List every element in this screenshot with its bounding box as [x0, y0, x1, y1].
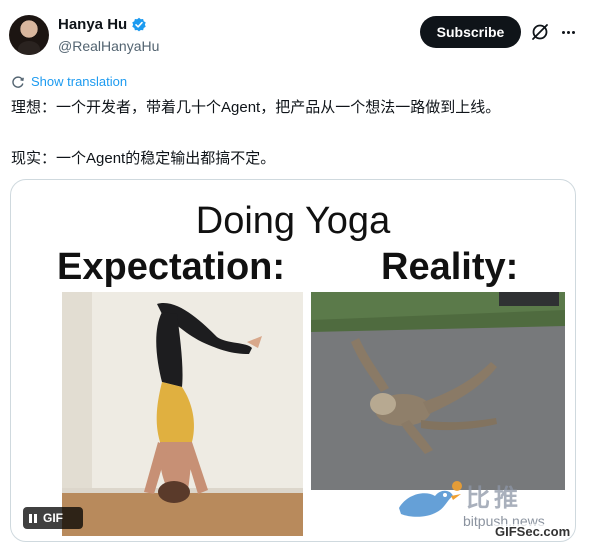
verified-badge-icon: [132, 17, 146, 31]
show-translation-link[interactable]: Show translation: [11, 74, 127, 89]
watermark-gifsec: GIFSec.com: [493, 524, 573, 539]
pause-icon: [29, 513, 37, 523]
tweet-text-line-2: 现实：一个Agent的稳定输出都搞不定。: [11, 150, 276, 167]
display-name[interactable]: Hanya Hu: [58, 16, 127, 33]
meme-title: Doing Yoga: [195, 200, 391, 242]
meme-right-caption: Reality:: [381, 246, 519, 288]
watermark-chinese: 比推: [466, 485, 522, 512]
gif-label: GIF: [43, 511, 63, 525]
translate-icon: [12, 75, 24, 88]
more-icon[interactable]: [558, 22, 578, 42]
meme-left-caption: Expectation:: [57, 246, 286, 288]
tweet-text-line-1: 理想：一个开发者，带着几十个Agent，把产品从一个想法一路做到上线。: [11, 99, 501, 116]
yoga-photo: [62, 292, 303, 536]
bird-logo: [399, 481, 462, 517]
avatar[interactable]: [9, 15, 49, 55]
author-name-row[interactable]: Hanya Hu: [58, 16, 147, 33]
media-gif[interactable]: Doing Yoga Expectation: Reality: 比推 bitp…: [10, 179, 576, 542]
author-handle[interactable]: @RealHanyaHu: [58, 38, 159, 54]
show-translation-label[interactable]: Show translation: [31, 74, 127, 89]
sloth-photo: [311, 292, 565, 490]
grok-icon[interactable]: [530, 22, 550, 42]
gif-pause-button[interactable]: GIF: [23, 507, 83, 529]
subscribe-button[interactable]: Subscribe: [420, 16, 521, 48]
